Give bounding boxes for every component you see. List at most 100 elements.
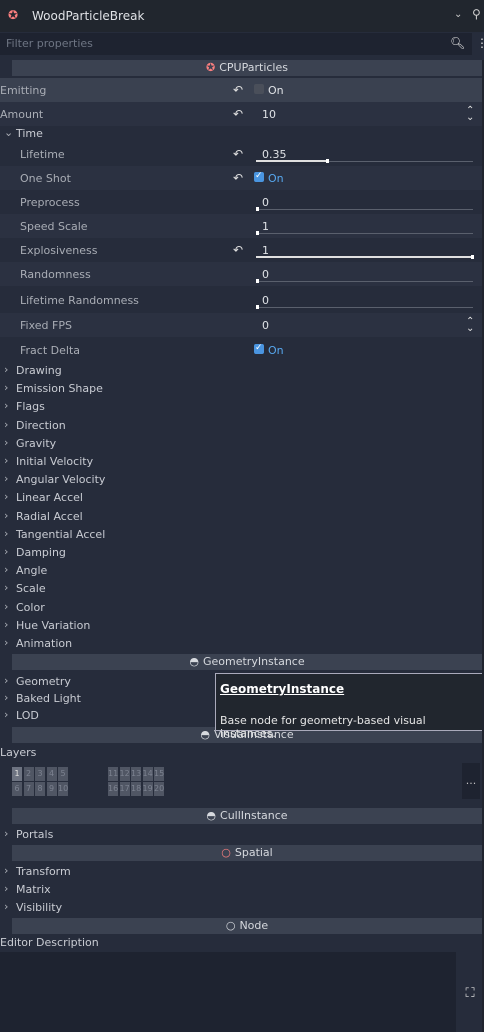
group-portals[interactable]: › Portals xyxy=(0,825,482,843)
slider-fill xyxy=(256,256,473,258)
fract-delta-label: Fract Delta xyxy=(20,344,80,357)
layer-cell[interactable]: 11 xyxy=(108,767,118,781)
group-visibility[interactable]: › Visibility xyxy=(0,898,482,916)
kebab-menu-icon[interactable]: ⋮ xyxy=(476,36,484,50)
group-radial-accel[interactable]: › Radial Accel xyxy=(0,507,482,525)
layer-cell[interactable]: 6 xyxy=(12,782,22,796)
group-emission-shape[interactable]: › Emission Shape xyxy=(0,379,482,397)
group-initial-velocity[interactable]: › Initial Velocity xyxy=(0,452,482,470)
group-angular-velocity[interactable]: › Angular Velocity xyxy=(0,470,482,488)
chevron-right-icon: › xyxy=(4,617,9,631)
chevron-right-icon: › xyxy=(4,508,9,522)
layer-cell[interactable]: 18 xyxy=(131,782,141,796)
group-label: Baked Light xyxy=(16,692,81,705)
group-matrix[interactable]: › Matrix xyxy=(0,880,482,898)
layer-cell[interactable]: 8 xyxy=(35,782,45,796)
layer-cell[interactable]: 2 xyxy=(23,767,34,781)
layer-cell[interactable]: 15 xyxy=(154,767,164,781)
section-cullinstance-label: CullInstance xyxy=(220,809,288,822)
lifetime-label: Lifetime xyxy=(20,148,65,161)
revert-icon[interactable]: ↶ xyxy=(233,147,243,161)
group-damping[interactable]: › Damping xyxy=(0,543,482,561)
layers-more-button[interactable]: ... xyxy=(462,763,480,799)
expand-icon[interactable]: ⛶ xyxy=(456,952,484,1032)
layer-cell[interactable]: 4 xyxy=(46,767,57,781)
explosiveness-slider[interactable] xyxy=(256,255,474,259)
filter-properties-input[interactable]: Filter properties 🔍︎ xyxy=(0,33,472,55)
slider-knob[interactable] xyxy=(256,207,259,211)
group-animation[interactable]: › Animation xyxy=(0,634,482,652)
group-label: Direction xyxy=(16,418,66,432)
group-time[interactable]: ⌄ Time xyxy=(0,124,482,142)
group-transform[interactable]: › Transform xyxy=(0,862,482,880)
group-tangential-accel[interactable]: › Tangential Accel xyxy=(0,525,482,543)
layer-cell[interactable]: 16 xyxy=(108,782,118,796)
layer-cell[interactable]: 7 xyxy=(23,782,34,796)
group-direction[interactable]: › Direction xyxy=(0,416,482,434)
layer-cell[interactable]: 12 xyxy=(119,767,130,781)
lifetime-randomness-slider[interactable] xyxy=(256,305,473,309)
particles-node-icon: ✪ xyxy=(8,8,19,22)
fract-delta-checkbox[interactable] xyxy=(254,343,264,354)
layer-cell[interactable]: 10 xyxy=(58,782,68,796)
chevron-right-icon: › xyxy=(4,636,9,649)
group-angle[interactable]: › Angle xyxy=(0,561,482,579)
layer-cell[interactable]: 1 xyxy=(12,767,22,781)
group-label: Damping xyxy=(16,546,66,559)
preprocess-slider[interactable] xyxy=(256,207,473,211)
slider-knob[interactable] xyxy=(256,231,260,235)
layers-grid: 1 2 3 4 5 11 12 13 14 15 6 7 8 9 10 16 17 18 19 20 xyxy=(12,763,462,799)
layer-cell[interactable]: 17 xyxy=(119,782,130,796)
search-icon: 🔍︎ xyxy=(450,36,466,50)
chevron-down-icon[interactable]: ⌄ xyxy=(454,9,462,20)
slider-knob[interactable] xyxy=(471,255,474,259)
spinner-arrows-icon[interactable]: ⌃ ⌄ xyxy=(466,317,474,334)
group-label: Initial Velocity xyxy=(16,455,94,468)
preprocess-value[interactable]: 0 xyxy=(262,196,269,209)
layer-cell[interactable]: 5 xyxy=(58,767,68,781)
revert-icon[interactable]: ↶ xyxy=(233,83,243,97)
cull-instance-icon: ◓ xyxy=(206,809,217,822)
fixed-fps-spinbox[interactable]: 0 xyxy=(262,319,269,332)
node-title[interactable]: WoodParticleBreak xyxy=(32,9,144,23)
geometryinstance-tooltip: GeometryInstance Base node for geometry-… xyxy=(215,673,483,740)
layer-cell[interactable]: 20 xyxy=(154,782,164,796)
spinner-arrows-icon[interactable]: ⌃ ⌄ xyxy=(466,106,474,123)
speed-scale-value[interactable]: 1 xyxy=(262,220,269,233)
lifetime-slider[interactable] xyxy=(256,159,473,163)
layer-cell[interactable]: 19 xyxy=(142,782,153,796)
group-scale[interactable]: › Scale xyxy=(0,579,482,597)
speed-scale-slider[interactable] xyxy=(256,231,473,235)
lifetime-randomness-value[interactable]: 0 xyxy=(262,294,269,307)
layer-cell[interactable]: 14 xyxy=(142,767,153,781)
slider-knob[interactable] xyxy=(256,279,259,283)
group-label: Radial Accel xyxy=(16,509,83,523)
one-shot-checkbox[interactable] xyxy=(254,171,264,182)
group-gravity[interactable]: › Gravity xyxy=(0,434,482,452)
slider-knob[interactable] xyxy=(325,159,329,163)
layer-cell[interactable]: 13 xyxy=(131,767,141,781)
slider-knob[interactable] xyxy=(256,305,259,309)
group-hue-variation[interactable]: › Hue Variation xyxy=(0,616,482,634)
group-flags[interactable]: › Flags xyxy=(0,397,482,415)
chevron-right-icon: › xyxy=(4,691,9,704)
lifetime-randomness-label: Lifetime Randomness xyxy=(20,294,139,307)
section-node: ○ Node xyxy=(12,918,482,934)
group-color[interactable]: › Color xyxy=(0,598,482,616)
group-label: Tangential Accel xyxy=(16,527,106,541)
group-drawing[interactable]: › Drawing xyxy=(0,361,482,379)
layer-cell[interactable]: 9 xyxy=(46,782,57,796)
editor-description-textarea[interactable] xyxy=(0,952,456,1032)
emitting-checkbox[interactable] xyxy=(254,84,264,94)
amount-spinbox[interactable]: 10 xyxy=(262,108,276,121)
randomness-slider[interactable] xyxy=(256,279,473,283)
revert-icon[interactable]: ↶ xyxy=(233,171,243,185)
speed-scale-label: Speed Scale xyxy=(20,220,88,233)
prop-fract-delta: Fract Delta On xyxy=(0,338,482,362)
revert-icon[interactable]: ↶ xyxy=(233,107,243,121)
randomness-value[interactable]: 0 xyxy=(262,268,269,281)
layer-cell[interactable]: 3 xyxy=(35,767,45,781)
group-linear-accel[interactable]: › Linear Accel xyxy=(0,488,482,506)
object-menu-icon[interactable]: ⚲ xyxy=(472,7,481,21)
revert-icon[interactable]: ↶ xyxy=(233,243,243,257)
